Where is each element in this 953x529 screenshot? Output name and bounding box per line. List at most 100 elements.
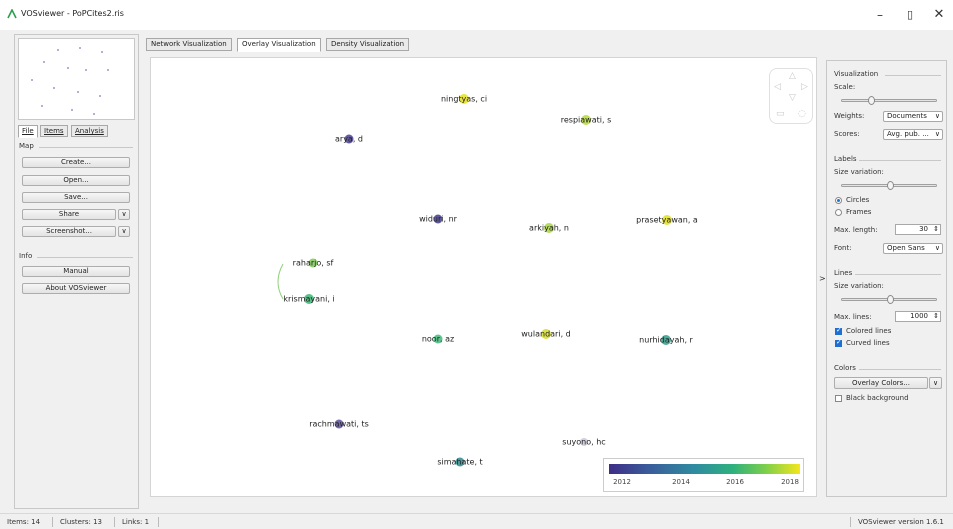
share-dropdown-icon[interactable]: ∨ [118,209,130,220]
scores-select[interactable]: Avg. pub. ... ∨ [883,129,943,140]
tab-overlay-visualization[interactable]: Overlay Visualization [237,38,321,52]
zoom-reset-icon[interactable]: ◌ [798,109,806,119]
curved-lines-checkbox[interactable] [835,338,842,347]
status-separator [114,517,115,527]
node-label[interactable]: ningtyas, ci [441,95,487,104]
legend-tick: 2016 [726,478,744,486]
scale-slider-thumb[interactable] [868,96,875,105]
open-button[interactable]: Open... [22,175,130,186]
screenshot-dropdown-icon[interactable]: ∨ [118,226,130,237]
labels-size-variation-label: Size variation: [834,168,884,176]
legend-gradient [609,464,800,474]
zoom-out-icon[interactable]: ▭ [776,109,785,119]
max-length-input[interactable]: 30 ⇕ [895,224,941,235]
frames-radio[interactable] [835,209,842,216]
minimize-icon[interactable]: – [866,6,894,24]
mini-map-dot [53,87,55,89]
screenshot-button[interactable]: Screenshot... [22,226,116,237]
node-label[interactable]: noor, az [422,335,454,344]
scale-slider[interactable] [841,96,937,105]
node-label[interactable]: arkiyah, n [529,224,569,233]
node-label[interactable]: suyono, hc [562,438,605,447]
right-panel: Visualization Scale: Weights: Documents … [826,60,947,497]
section-divider [859,160,941,161]
mini-map-dot [77,91,79,93]
circles-radio[interactable] [835,197,842,204]
labels-size-slider-thumb[interactable] [887,181,894,190]
node-label[interactable]: prasetyawan, a [636,216,698,225]
node-label[interactable]: wulandari, d [521,330,570,339]
create-button[interactable]: Create... [22,157,130,168]
node-label[interactable]: rachmawati, ts [309,420,369,429]
maximize-icon[interactable]: ▯ [896,6,924,24]
navigation-control[interactable]: △ ◁ ▷ ▽ ▭ ◌ [769,68,813,124]
overlay-colors-dropdown-icon[interactable]: ∨ [929,377,942,389]
color-legend: 2012 2014 2016 2018 [603,458,804,492]
save-button[interactable]: Save... [22,192,130,203]
section-divider [855,274,941,275]
circles-label: Circles [846,196,870,204]
pan-up-icon[interactable]: △ [789,71,796,81]
labels-size-slider[interactable] [841,181,937,190]
manual-button[interactable]: Manual [22,266,130,277]
labels-section-label: Labels [834,155,857,163]
mini-map-dot [93,113,95,115]
chevron-down-icon: ∨ [934,244,940,252]
mini-map-dot [67,67,69,69]
lines-size-slider-thumb[interactable] [887,295,894,304]
pan-left-icon[interactable]: ◁ [774,82,781,92]
font-label: Font: [834,244,852,252]
about-button[interactable]: About VOSviewer [22,283,130,294]
links-count: Links: 1 [122,518,150,526]
colors-section-label: Colors [834,364,856,372]
node-label[interactable]: respiawati, s [561,116,611,125]
black-background-checkbox[interactable] [835,395,842,402]
title-bar: VOSviewer - PoPCites2.ris – ▯ ✕ [0,0,953,30]
vosviewer-logo-icon [7,9,17,19]
visualization-section-label: Visualization [834,70,879,78]
status-separator [158,517,159,527]
scores-label: Scores: [834,130,860,138]
node-label[interactable]: krismayani, i [283,295,334,304]
mini-map-dot [85,69,87,71]
visualization-canvas[interactable]: ningtyas, ci respiawati, s arya, d widur… [150,57,817,497]
node-label[interactable]: widuri, nr [419,215,457,224]
lines-section-label: Lines [834,269,853,277]
tab-items[interactable]: Items [40,125,68,137]
legend-tick: 2014 [672,478,690,486]
mini-map-dot [107,69,109,71]
mini-map-dot [57,49,59,51]
tab-network-visualization[interactable]: Network Visualization [146,38,232,51]
max-lines-input[interactable]: 1000 ⇕ [895,311,941,322]
link-line [277,263,284,300]
node-label[interactable]: arya, d [335,135,363,144]
pan-down-icon[interactable]: ▽ [789,93,796,103]
clusters-count: Clusters: 13 [60,518,102,526]
weights-select[interactable]: Documents ∨ [883,111,943,122]
node-label[interactable]: raharjo, sf [293,259,334,268]
close-icon[interactable]: ✕ [925,6,953,24]
tab-file[interactable]: File [18,125,38,138]
colored-lines-label: Colored lines [846,327,892,335]
pan-right-icon[interactable]: ▷ [801,82,808,92]
status-bar: Items: 14 Clusters: 13 Links: 1 VOSviewe… [0,513,953,529]
font-select[interactable]: Open Sans ∨ [883,243,943,254]
overlay-colors-button[interactable]: Overlay Colors... [834,377,928,389]
legend-tick: 2018 [781,478,799,486]
spinner-icon[interactable]: ⇕ [933,312,939,321]
weights-label: Weights: [834,112,865,120]
section-divider [885,75,941,76]
share-button[interactable]: Share [22,209,116,220]
node-label[interactable]: nurhidayah, r [639,336,693,345]
colored-lines-checkbox[interactable] [835,326,842,335]
tab-density-visualization[interactable]: Density Visualization [326,38,410,51]
node-label[interactable]: simahate, t [437,458,482,467]
collapse-panel-icon[interactable]: > [819,274,826,283]
overview-map[interactable] [18,38,135,120]
mini-map-dot [101,51,103,53]
scores-value: Avg. pub. ... [887,130,929,138]
tab-analysis[interactable]: Analysis [71,125,108,137]
max-lines-value: 1000 [910,312,928,320]
spinner-icon[interactable]: ⇕ [933,225,939,234]
lines-size-slider[interactable] [841,295,937,304]
